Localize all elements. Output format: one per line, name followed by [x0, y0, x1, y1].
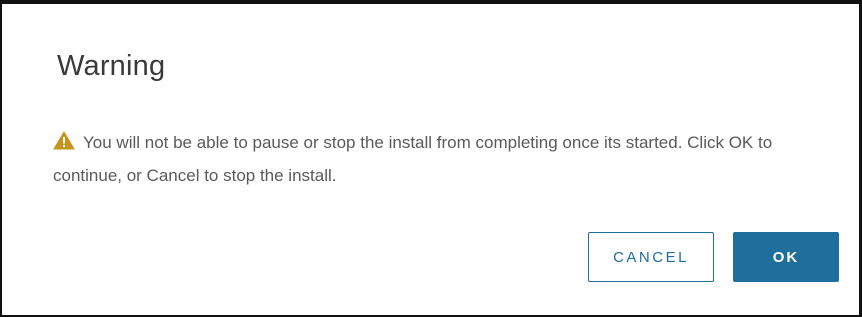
dialog-title: Warning: [57, 50, 166, 82]
screenshot-frame: Warning You will not be able to pause or…: [0, 0, 862, 317]
cancel-button[interactable]: CANCEL: [588, 232, 714, 282]
dialog-message: You will not be able to pause or stop th…: [53, 133, 773, 185]
warning-dialog: Warning You will not be able to pause or…: [19, 14, 851, 308]
ok-button-label: OK: [772, 248, 800, 266]
dialog-message-block: You will not be able to pause or stop th…: [53, 126, 843, 192]
warning-icon: [53, 128, 75, 150]
ok-button[interactable]: OK: [733, 232, 839, 282]
cancel-button-label: CANCEL: [613, 248, 689, 266]
